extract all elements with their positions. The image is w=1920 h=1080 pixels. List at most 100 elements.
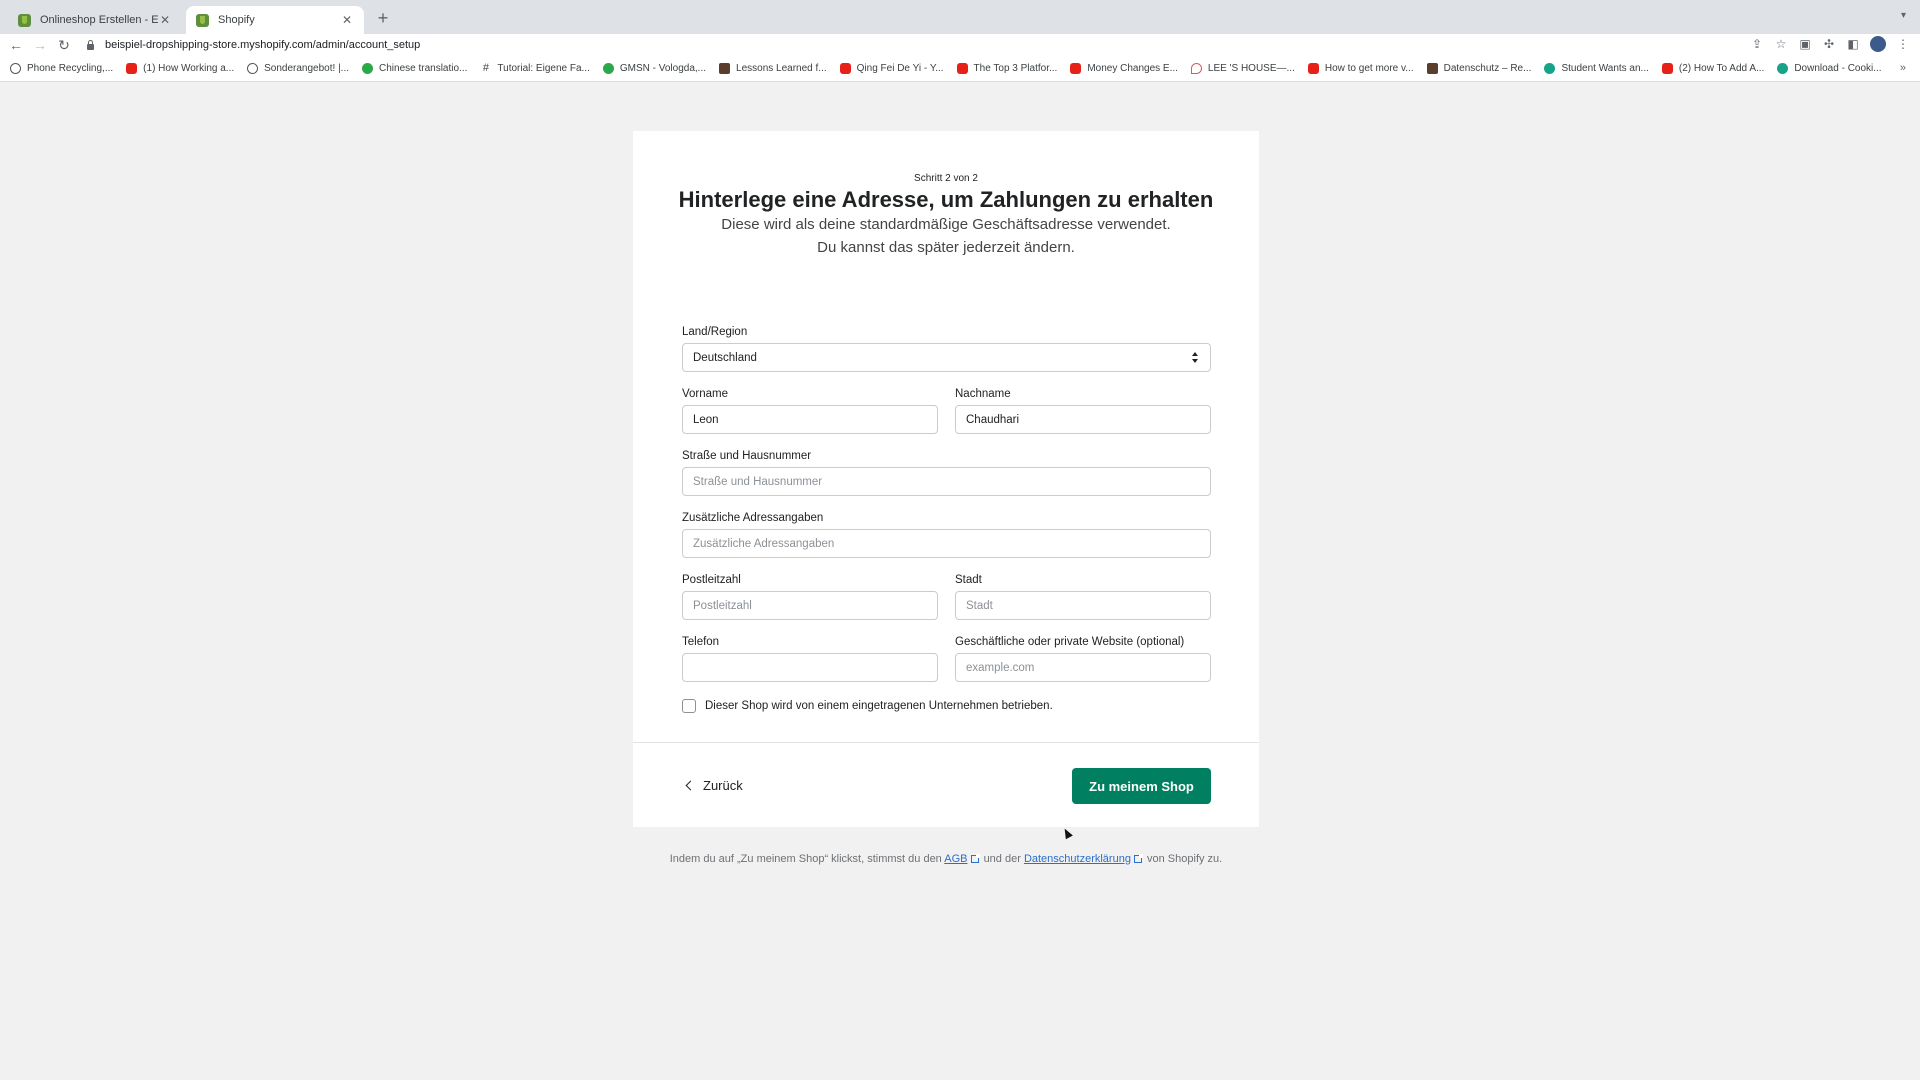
submit-to-shop-button[interactable]: Zu meinem Shop: [1072, 768, 1211, 804]
youtube-icon: [126, 63, 138, 74]
bookmark-item[interactable]: GMSN - Vologda,...: [602, 63, 706, 74]
share-icon[interactable]: ⇪: [1750, 36, 1764, 52]
bookmark-item[interactable]: (2) How To Add A...: [1661, 63, 1764, 74]
puzzle-extensions-icon[interactable]: ✣: [1822, 36, 1836, 52]
bookmark-item[interactable]: The Top 3 Platfor...: [956, 63, 1057, 74]
step-indicator: Schritt 2 von 2: [914, 173, 978, 184]
dark-icon: [1426, 63, 1438, 74]
first-name-label: Vorname: [682, 388, 729, 400]
country-label: Land/Region: [682, 326, 748, 338]
external-link-icon: [970, 854, 980, 863]
new-tab-icon[interactable]: +: [374, 8, 392, 28]
bookmark-item[interactable]: Datenschutz – Re...: [1426, 63, 1531, 74]
legal-notice: Indem du auf „Zu meinem Shop“ klickst, s…: [633, 851, 1259, 868]
legal-suffix: von Shopify zu.: [1147, 853, 1223, 865]
chevron-left-icon: [685, 780, 696, 791]
legal-prefix: Indem du auf „Zu meinem Shop“ klickst, s…: [669, 853, 942, 865]
close-tab-icon[interactable]: ✕: [158, 13, 172, 27]
mouse-cursor-icon: [1061, 826, 1073, 840]
shopify-favicon-icon: [18, 13, 31, 27]
registered-business-label: Dieser Shop wird von einem eingetragenen…: [705, 700, 1053, 712]
bookmark-item[interactable]: Lessons Learned f...: [719, 63, 827, 74]
address-setup-card: Schritt 2 von 2 Hinterlege eine Adresse,…: [633, 131, 1259, 827]
kebab-menu-icon[interactable]: ⋮: [1896, 36, 1910, 52]
browser-tab-shopify[interactable]: Shopify ✕: [186, 6, 364, 34]
last-name-input[interactable]: Chaudhari: [955, 405, 1211, 434]
side-panel-icon[interactable]: ◧: [1846, 36, 1860, 52]
youtube-icon: [1070, 63, 1082, 74]
extension-icon[interactable]: ▣: [1798, 36, 1812, 52]
bookmark-item[interactable]: Chinese translatio...: [362, 63, 467, 74]
footer-divider: [633, 742, 1259, 743]
address2-label: Zusätzliche Adressangaben: [682, 512, 824, 524]
teal-icon: [1777, 63, 1789, 74]
bookmark-item[interactable]: Student Wants an...: [1544, 63, 1649, 74]
back-arrow-icon[interactable]: ←: [7, 36, 25, 54]
circle-icon: [247, 63, 259, 74]
street-input[interactable]: Straße und Hausnummer: [682, 467, 1211, 496]
bookmark-item[interactable]: Sonderangebot! |...: [247, 63, 349, 74]
zip-input[interactable]: Postleitzahl: [682, 591, 938, 620]
forward-arrow-icon[interactable]: →: [31, 36, 49, 54]
tab-title: Onlineshop Erstellen - Einfach: [40, 14, 158, 26]
dark-icon: [719, 63, 731, 74]
circle-icon: [10, 63, 21, 74]
website-label: Geschäftliche oder private Website (opti…: [955, 636, 1185, 648]
registered-business-checkbox[interactable]: [682, 699, 696, 713]
green-icon: [362, 63, 374, 74]
bookmark-item[interactable]: Qing Fei De Yi - Y...: [839, 63, 944, 74]
privacy-policy-link[interactable]: Datenschutzerklärung: [1024, 853, 1131, 865]
country-select[interactable]: Deutschland: [682, 343, 1211, 372]
toolbar-actions: ⇪ ☆ ▣ ✣ ◧ ⋮: [1750, 36, 1910, 52]
bookmark-item[interactable]: # Tutorial: Eigene Fa...: [480, 62, 590, 75]
city-label: Stadt: [955, 574, 982, 586]
website-input[interactable]: example.com: [955, 653, 1211, 682]
back-button-label: Zurück: [703, 778, 743, 793]
back-button[interactable]: Zurück: [685, 778, 743, 793]
reload-icon[interactable]: ↻: [55, 36, 73, 54]
teal-icon: [1544, 63, 1556, 74]
phone-input[interactable]: [682, 653, 938, 682]
bookmark-item[interactable]: How to get more v...: [1307, 63, 1414, 74]
select-arrows-icon: [1192, 352, 1198, 364]
youtube-icon: [956, 63, 968, 74]
phone-label: Telefon: [682, 636, 720, 648]
shopify-favicon-icon: [196, 13, 209, 27]
external-link-icon: [1133, 854, 1143, 863]
bookmark-item[interactable]: Money Changes E...: [1070, 63, 1178, 74]
close-tab-icon[interactable]: ✕: [340, 13, 354, 27]
tab-search-chevron-icon[interactable]: ▾: [1901, 10, 1906, 21]
tab-title: Shopify: [218, 14, 255, 26]
address-bar[interactable]: beispiel-dropshipping-store.myshopify.co…: [86, 35, 1746, 55]
youtube-icon: [839, 63, 851, 74]
bookmark-item[interactable]: LEE 'S HOUSE—...: [1190, 63, 1295, 74]
bookmarks-bar: Phone Recycling,... (1) How Working a...…: [0, 56, 1920, 82]
bookmarks-overflow-icon[interactable]: »: [1900, 62, 1906, 74]
zip-label: Postleitzahl: [682, 574, 741, 586]
page-title: Hinterlege eine Adresse, um Zahlungen zu…: [678, 187, 1214, 212]
country-value: Deutschland: [693, 351, 757, 364]
youtube-icon: [1661, 63, 1673, 74]
bookmark-item[interactable]: Phone Recycling,...: [10, 63, 113, 74]
browser-toolbar: ← → ↻ beispiel-dropshipping-store.myshop…: [0, 34, 1920, 56]
page-subtitle: Diese wird als deine standardmäßige Gesc…: [721, 216, 1171, 233]
url-text: beispiel-dropshipping-store.myshopify.co…: [105, 39, 421, 51]
airbnb-icon: [1190, 63, 1202, 74]
bookmark-item[interactable]: Download - Cooki...: [1777, 63, 1882, 74]
browser-tab-bar: Onlineshop Erstellen - Einfach ✕ Shopify…: [0, 0, 1920, 34]
bookmark-item[interactable]: (1) How Working a...: [126, 63, 234, 74]
last-name-label: Nachname: [955, 388, 1011, 400]
youtube-icon: [1307, 63, 1319, 74]
city-input[interactable]: Stadt: [955, 591, 1211, 620]
address2-input[interactable]: Zusätzliche Adressangaben: [682, 529, 1211, 558]
page-subtitle-secondary: Du kannst das später jederzeit ändern.: [817, 239, 1075, 256]
bookmark-star-icon[interactable]: ☆: [1774, 36, 1788, 52]
hash-icon: #: [482, 62, 489, 74]
legal-middle: und der: [983, 853, 1021, 865]
green-icon: [602, 63, 614, 74]
browser-tab-onlineshop[interactable]: Onlineshop Erstellen - Einfach ✕: [8, 6, 182, 34]
agb-link[interactable]: AGB: [944, 853, 967, 865]
profile-avatar-icon[interactable]: [1870, 36, 1886, 52]
first-name-input[interactable]: Leon: [682, 405, 938, 434]
street-label: Straße und Hausnummer: [682, 450, 812, 462]
